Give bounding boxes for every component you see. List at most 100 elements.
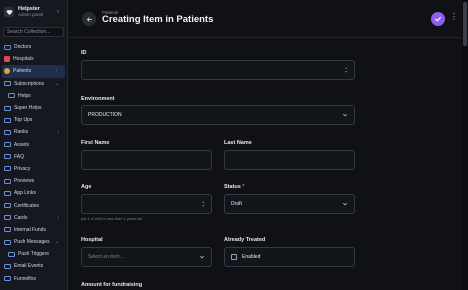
chevron-down-icon: ⌄ [54,80,59,87]
sidebar-item-privacy[interactable]: Privacy [0,163,67,175]
hospital-select[interactable]: Select an item... [81,247,212,267]
sidebar-item-label: FAQ [14,153,25,160]
sidebar-item-label: Doctors [14,44,32,51]
sidebar-item-top-ups[interactable]: Top Ups [0,114,67,126]
sidebar-item-label: Email Events [14,263,44,270]
scrollbar-thumb[interactable] [463,2,467,46]
helpster-logo-icon [4,7,14,17]
check-icon [435,16,441,22]
sidebar-item-doctors[interactable]: Doctors [0,41,67,53]
page-title: Creating Item in Patients [102,14,214,25]
id-field[interactable]: ▲ ▼ [81,60,355,80]
doctors-icon [4,44,11,50]
folder-icon [4,203,11,209]
folder-icon [4,142,11,148]
sidebar-item-label: Helps [18,92,31,99]
sidebar-item-hospitals[interactable]: Hospitals [0,53,67,65]
sidebar-item-faq[interactable]: FAQ [0,151,67,163]
chevron-down-icon: ⌄ [54,239,59,246]
last-name-field[interactable] [224,150,355,170]
folder-icon [4,263,11,269]
folder-icon [4,129,11,135]
folder-icon [8,251,15,257]
sidebar-item-cards[interactable]: Cards › [0,212,67,224]
folder-icon [4,117,11,123]
age-hint: put 1, if child is less than 1 years old [81,217,142,221]
arrow-left-icon [86,16,92,22]
sidebar-item-push-messages[interactable]: Push Messages ⌄ [0,236,67,248]
hospital-label: Hospital [81,237,103,243]
sidebar-search[interactable] [3,27,64,37]
sidebar-item-patients[interactable]: Patients › [2,65,65,78]
environment-select[interactable]: PRODUCTION [81,105,355,125]
sidebar-item-assets[interactable]: Assets [0,139,67,151]
already-treated-field[interactable]: Enabled [224,247,355,267]
chevron-right-icon: › [57,214,59,221]
first-name-field[interactable] [81,150,212,170]
sidebar-item-certificates[interactable]: Certificates [0,199,67,211]
id-input[interactable] [88,67,348,73]
age-input[interactable] [88,201,205,207]
id-label: ID [81,50,87,56]
sidebar-item-email-events[interactable]: Email Events [0,260,67,272]
sidebar-item-label: Subscriptions [14,80,45,87]
patients-icon [4,68,10,75]
brand-text: Helpster Admin panel [18,6,43,18]
chevron-right-icon: › [55,68,57,75]
last-name-input[interactable] [231,157,348,163]
status-select[interactable]: Draft [224,194,355,214]
sidebar-item-ranks[interactable]: Ranks › [0,126,67,138]
chevron-down-icon [343,114,347,117]
sidebar-item-push-triggers[interactable]: Push Triggers [0,248,67,260]
status-label: Status * [224,184,244,190]
search-input[interactable] [7,29,60,35]
sidebar-item-label: Internal Funds [14,226,46,233]
scrollbar[interactable] [462,0,468,290]
sidebar-item-funnelfox[interactable]: Funnelfox [0,273,67,285]
amount-label: Amount for fundraising [81,282,143,288]
enabled-checkbox[interactable] [231,254,237,260]
save-button[interactable] [431,12,445,26]
brand: Helpster Admin panel ‹ [0,0,67,24]
environment-value: PRODUCTION [88,112,122,118]
sidebar-nav: Doctors Hospitals Patients › Subscription… [0,41,67,285]
more-options-icon[interactable]: ⋮ [450,13,458,21]
sidebar-item-internal-funds[interactable]: Internal Funds [0,224,67,236]
sidebar-item-label: Push Messages [14,239,50,246]
sidebar-item-label: Top Ups [14,117,33,124]
age-field[interactable]: ▲ ▼ [81,194,212,214]
sidebar-item-helps[interactable]: Helps [0,90,67,102]
stepper-icon[interactable]: ▲ ▼ [202,200,205,208]
sidebar-item-app-links[interactable]: App Links [0,187,67,199]
folder-icon [4,154,11,160]
folder-icon [4,166,11,172]
sidebar-item-label: Cards [14,214,28,221]
already-treated-label: Already Treated [224,237,266,243]
sidebar-item-label: Super Helps [14,105,42,112]
hospital-icon [4,56,10,63]
status-value: Draft [231,201,242,207]
environment-label: Environment [81,96,115,102]
folder-icon [4,227,11,233]
sidebar-item-previews[interactable]: Previews [0,175,67,187]
page-header: Patients Creating Item in Patients ⋮ [69,0,461,38]
sidebar-collapse-icon[interactable]: ‹ [57,9,63,15]
folder-icon [4,178,11,184]
enabled-label: Enabled [242,254,261,260]
status-label-text: Status [224,184,241,190]
stepper-icon[interactable]: ▲ ▼ [345,66,348,74]
first-name-input[interactable] [88,157,205,163]
folder-icon [8,93,15,99]
sidebar-item-label: Push Triggers [18,251,49,258]
age-label: Age [81,184,92,190]
folder-icon [4,239,11,245]
first-name-label: First Name [81,140,110,146]
sidebar-item-subscriptions[interactable]: Subscriptions ⌄ [0,78,67,90]
last-name-label: Last Name [224,140,252,146]
sidebar-item-label: Privacy [14,165,31,172]
folder-icon [4,105,11,111]
sidebar-item-super-helps[interactable]: Super Helps [0,102,67,114]
brand-role: Admin panel [18,12,44,17]
sidebar-item-label: Ranks [14,129,29,136]
back-button[interactable] [82,12,96,26]
